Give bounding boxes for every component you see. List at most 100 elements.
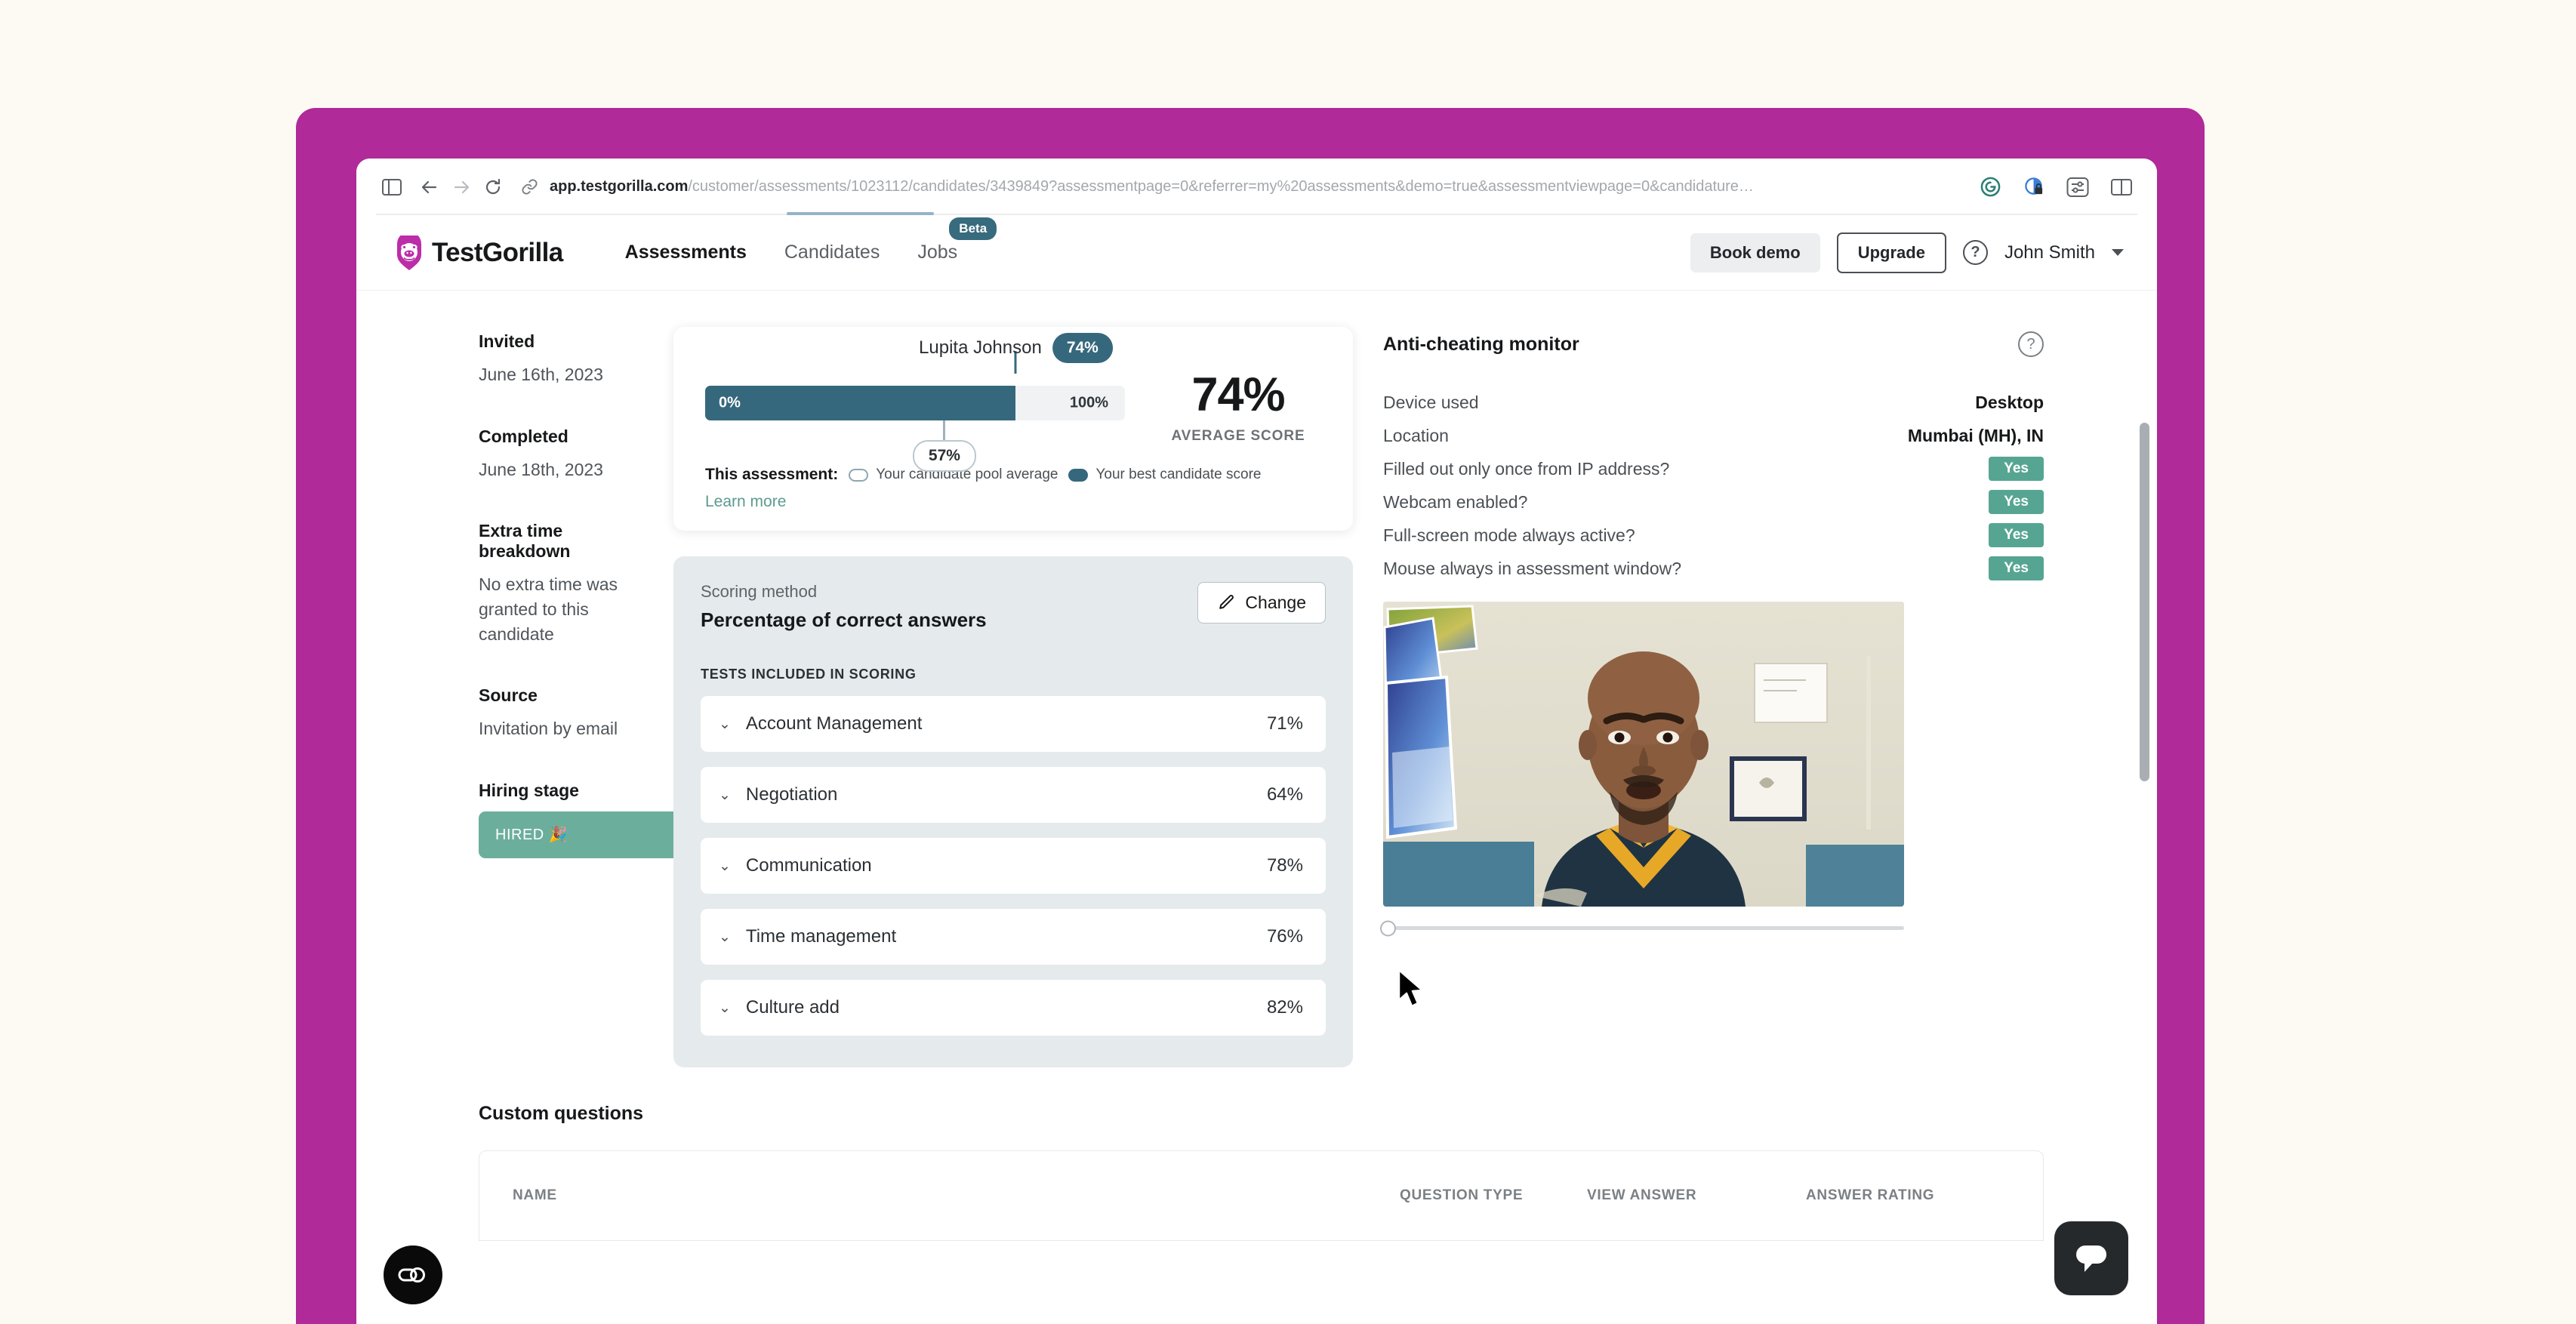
list-item: Webcam enabled? Yes <box>1383 485 2044 519</box>
chat-bubble-icon <box>2076 1245 2106 1272</box>
link-icon <box>519 171 539 203</box>
learn-more-link[interactable]: Learn more <box>705 493 786 511</box>
pool-average-marker: 57% <box>912 420 976 472</box>
url-host: app.testgorilla.com <box>550 178 689 195</box>
anti-cheating-key: Filled out only once from IP address? <box>1383 458 1670 479</box>
address-bar[interactable]: app.testgorilla.com/customer/assessments… <box>519 171 1961 203</box>
webcam-snapshot[interactable] <box>1383 602 1904 907</box>
scoring-method-value: Percentage of correct answers <box>701 608 987 631</box>
column-header-answer-rating: ANSWER RATING <box>1806 1187 1935 1203</box>
main-nav: Assessments Candidates Jobs Beta <box>624 217 997 268</box>
candidate-score-marker: Lupita Johnson 74% <box>919 333 1113 386</box>
meta-block-hiring-stage: Hiring stage HIRED 🎉 ⌄ <box>479 780 728 858</box>
scoring-method-label: Scoring method <box>701 582 818 601</box>
nav-label-candidates: Candidates <box>784 242 880 263</box>
anti-cheating-title: Anti-cheating monitor <box>1383 333 1579 355</box>
nav-item-assessments[interactable]: Assessments <box>624 237 748 268</box>
table-row[interactable]: ⌄ Communication 78% <box>701 838 1326 894</box>
gorilla-logo-icon <box>397 235 421 270</box>
axis-max-label: 100% <box>1069 394 1108 411</box>
page-scrollbar[interactable] <box>2140 423 2149 781</box>
test-name: Account Management <box>745 713 923 734</box>
cookie-toggle-icon <box>398 1267 425 1282</box>
test-score: 64% <box>1266 784 1303 805</box>
anti-cheating-column: Anti-cheating monitor ? Device used Desk… <box>1353 313 2157 1067</box>
sidebar-toggle-icon[interactable] <box>376 171 408 203</box>
change-scoring-button[interactable]: Change <box>1197 582 1326 624</box>
settings-extension-icon[interactable] <box>2062 171 2094 203</box>
anti-cheating-key: Mouse always in assessment window? <box>1383 558 1682 578</box>
test-score: 82% <box>1266 997 1303 1018</box>
test-name: Culture add <box>745 997 840 1018</box>
change-scoring-label: Change <box>1245 593 1306 612</box>
help-icon[interactable]: ? <box>1962 240 1988 265</box>
meta-label-completed: Completed <box>479 426 569 446</box>
meta-block-source: Source Invitation by email <box>479 685 651 741</box>
anti-cheating-key: Location <box>1383 425 1449 445</box>
chevron-down-icon: ⌄ <box>719 716 731 732</box>
meta-label-hiring-stage: Hiring stage <box>479 780 579 800</box>
webcam-image <box>1383 602 1904 907</box>
tests-included-label: TESTS INCLUDED IN SCORING <box>701 667 917 682</box>
toolbar-extensions <box>1974 171 2137 203</box>
list-item: Filled out only once from IP address? Ye… <box>1383 452 2044 485</box>
chevron-down-icon: ⌄ <box>719 928 731 945</box>
privacy-extension-icon[interactable] <box>2018 171 2050 203</box>
anti-cheating-key: Webcam enabled? <box>1383 491 1528 512</box>
cookie-consent-widget[interactable] <box>384 1245 442 1304</box>
slider-handle[interactable] <box>1380 920 1396 936</box>
meta-label-invited: Invited <box>479 331 535 351</box>
legend-swatch-pool-icon <box>849 468 869 482</box>
legend-item-best: Your best candidate score <box>1068 466 1261 483</box>
table-row[interactable]: ⌄ Culture add 82% <box>701 980 1326 1036</box>
score-bar-chart: 0% 100% Lupita Johnson 74% 57% <box>705 333 1125 472</box>
test-score: 71% <box>1266 713 1303 734</box>
slider-track[interactable] <box>1380 920 1904 936</box>
nav-item-candidates[interactable]: Candidates <box>783 237 881 268</box>
help-icon[interactable]: ? <box>2018 331 2044 357</box>
testgorilla-logo[interactable]: TestGorilla <box>394 235 563 270</box>
column-header-question-type: QUESTION TYPE <box>1400 1187 1524 1203</box>
url-path: /customer/assessments/1023112/candidates… <box>688 178 1754 195</box>
meta-block-extra-time: Extra time breakdown No extra time was g… <box>479 521 651 646</box>
app-header: TestGorilla Assessments Candidates Jobs … <box>356 215 2157 291</box>
list-item: Device used Desktop <box>1383 386 2044 419</box>
legend-swatch-best-icon <box>1068 468 1089 482</box>
table-row[interactable]: ⌄ Time management 76% <box>701 909 1326 965</box>
score-bar-fill <box>705 386 1016 420</box>
panel-toggle-icon[interactable] <box>2106 171 2137 203</box>
reload-icon[interactable] <box>477 171 509 203</box>
page-body: Invited June 16th, 2023 Completed June 1… <box>356 291 2157 1324</box>
webcam-timeline-slider[interactable] <box>1380 920 1904 936</box>
user-menu-label[interactable]: John Smith <box>2004 242 2095 263</box>
upgrade-button[interactable]: Upgrade <box>1836 232 1946 273</box>
status-badge: Yes <box>1989 490 2044 514</box>
anti-cheating-key: Full-screen mode always active? <box>1383 525 1635 545</box>
grammarly-extension-icon[interactable] <box>1974 171 2006 203</box>
test-score: 76% <box>1266 926 1303 947</box>
browser-toolbar: app.testgorilla.com/customer/assessments… <box>356 159 2157 215</box>
chat-bubble-button[interactable] <box>2054 1221 2128 1295</box>
browser-window: app.testgorilla.com/customer/assessments… <box>356 159 2157 1324</box>
axis-min-label: 0% <box>719 394 741 411</box>
url-text: app.testgorilla.com/customer/assessments… <box>550 178 1754 196</box>
meta-label-source: Source <box>479 685 538 706</box>
anti-cheating-value: Mumbai (MH), IN <box>1907 425 2044 445</box>
back-arrow-icon[interactable] <box>414 171 445 203</box>
test-name: Time management <box>745 926 897 947</box>
book-demo-button[interactable]: Book demo <box>1690 232 1820 272</box>
nav-item-jobs[interactable]: Jobs Beta <box>916 217 997 268</box>
table-row[interactable]: ⌄ Negotiation 64% <box>701 767 1326 823</box>
table-row[interactable]: ⌄ Account Management 71% <box>701 696 1326 752</box>
meta-block-invited: Invited June 16th, 2023 <box>479 331 651 387</box>
meta-label-extra-time: Extra time breakdown <box>479 521 571 562</box>
beta-badge: Beta <box>949 217 997 240</box>
average-score-box: 74% AVERAGE SCORE <box>1155 371 1321 445</box>
chevron-down-icon[interactable] <box>2112 249 2124 256</box>
list-item: Location Mumbai (MH), IN <box>1383 419 2044 452</box>
status-badge: Yes <box>1989 457 2044 481</box>
nav-label-assessments: Assessments <box>624 242 747 263</box>
forward-arrow-icon[interactable] <box>445 171 477 203</box>
average-score-value: 74% <box>1191 368 1285 421</box>
custom-questions-table-header: NAME QUESTION TYPE VIEW ANSWER ANSWER RA… <box>479 1150 2044 1241</box>
